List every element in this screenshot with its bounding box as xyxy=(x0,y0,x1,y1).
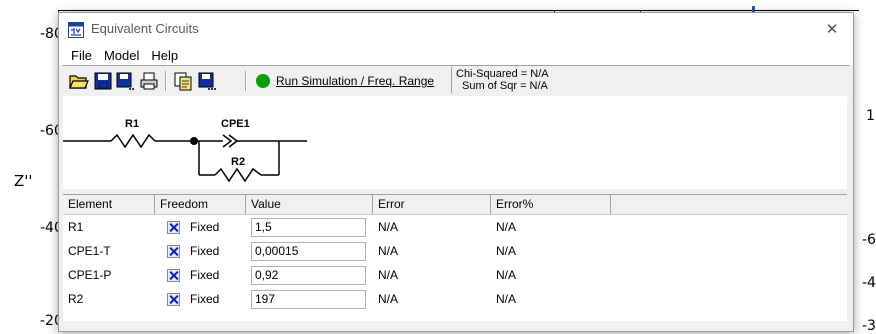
cpe1-label: CPE1 xyxy=(221,118,250,130)
equivalent-circuits-window: Equivalent Circuits ✕ File Model Help Ru… xyxy=(58,12,854,332)
error-pct-cell: N/A xyxy=(496,268,517,282)
toolbar: Run Simulation / Freq. Range Chi-Squared… xyxy=(63,65,849,97)
chi-squared-text: Chi-Squared = N/A xyxy=(456,68,549,80)
save-icon[interactable] xyxy=(93,71,113,91)
element-name: R2 xyxy=(68,292,84,306)
error-pct-cell: N/A xyxy=(496,220,517,234)
element-grid: Element Freedom Value Error Error% R1 Fi… xyxy=(63,194,847,321)
y-axis-label: Z'' xyxy=(14,172,33,190)
value-cell: 197 xyxy=(246,289,373,309)
run-indicator-icon xyxy=(256,74,270,88)
error-pct-cell: N/A xyxy=(496,244,517,258)
error-cell: N/A xyxy=(378,268,399,282)
fixed-checkbox[interactable] xyxy=(167,245,180,259)
error-pct-cell: N/A xyxy=(496,292,517,306)
toolbar-separator xyxy=(245,71,247,91)
value-input[interactable]: 0,92 xyxy=(251,265,366,285)
table-row[interactable]: R1 Fixed 1,5 N/A N/A xyxy=(63,215,847,239)
r2-label: R2 xyxy=(231,156,245,168)
header-element[interactable]: Element xyxy=(63,195,155,214)
value-input[interactable]: 0,00015 xyxy=(251,241,366,261)
window-title: Equivalent Circuits xyxy=(91,21,199,36)
header-error[interactable]: Error xyxy=(373,195,491,214)
right-tick-label: -3 xyxy=(862,318,876,334)
menu-bar: File Model Help xyxy=(59,45,853,65)
menu-help[interactable]: Help xyxy=(145,48,184,63)
close-button[interactable]: ✕ xyxy=(817,17,847,41)
value-input[interactable]: 197 xyxy=(251,289,366,309)
error-cell: N/A xyxy=(378,220,399,234)
copy-icon[interactable] xyxy=(173,71,193,91)
element-name: R1 xyxy=(68,220,84,234)
right-tick-label: 1 xyxy=(866,108,875,124)
value-cell: 0,00015 xyxy=(246,241,373,261)
freedom-cell: Fixed xyxy=(155,243,246,259)
element-name: CPE1-T xyxy=(68,244,111,258)
right-tick-label: -6 xyxy=(862,232,876,248)
freedom-label: Fixed xyxy=(190,243,220,258)
resistor-r1-symbol xyxy=(110,133,156,149)
header-filler xyxy=(611,195,847,214)
menu-file[interactable]: File xyxy=(65,48,98,63)
open-folder-icon[interactable] xyxy=(69,71,89,91)
table-row[interactable]: R2 Fixed 197 N/A N/A xyxy=(63,287,847,311)
grid-header: Element Freedom Value Error Error% xyxy=(63,195,847,215)
save-dots-icon[interactable] xyxy=(197,71,217,91)
run-simulation-button[interactable]: Run Simulation / Freq. Range xyxy=(256,70,434,92)
freedom-label: Fixed xyxy=(190,267,220,282)
fixed-checkbox[interactable] xyxy=(167,269,180,283)
title-bar[interactable]: Equivalent Circuits ✕ xyxy=(59,13,853,45)
menu-model[interactable]: Model xyxy=(98,48,145,63)
cpe1-symbol xyxy=(222,134,239,148)
freedom-cell: Fixed xyxy=(155,291,246,307)
toolbar-separator xyxy=(165,71,167,91)
freedom-cell: Fixed xyxy=(155,267,246,283)
header-value[interactable]: Value xyxy=(246,195,373,214)
freedom-cell: Fixed xyxy=(155,219,246,235)
table-row[interactable]: CPE1-P Fixed 0,92 N/A N/A xyxy=(63,263,847,287)
error-cell: N/A xyxy=(378,244,399,258)
resistor-r2-symbol xyxy=(214,167,262,183)
print-icon[interactable] xyxy=(139,71,159,91)
table-row[interactable]: CPE1-T Fixed 0,00015 N/A N/A xyxy=(63,239,847,263)
circuit-diagram: R1 CPE1 R2 xyxy=(63,118,307,183)
right-tick-label: -4 xyxy=(862,275,876,291)
sum-of-squares-text: Sum of Sqr = N/A xyxy=(462,80,548,92)
r1-label: R1 xyxy=(125,118,139,130)
value-cell: 1,5 xyxy=(246,217,373,237)
save-as-icon[interactable] xyxy=(115,71,135,91)
fit-statistics: Chi-Squared = N/A Sum of Sqr = N/A xyxy=(451,67,852,93)
freedom-label: Fixed xyxy=(190,291,220,306)
freedom-label: Fixed xyxy=(190,219,220,234)
fixed-checkbox[interactable] xyxy=(167,293,180,307)
app-icon xyxy=(68,22,84,38)
header-error-pct[interactable]: Error% xyxy=(491,195,611,214)
value-cell: 0,92 xyxy=(246,265,373,285)
element-name: CPE1-P xyxy=(68,268,112,282)
run-simulation-label: Run Simulation / Freq. Range xyxy=(276,74,435,88)
value-input[interactable]: 1,5 xyxy=(251,217,366,237)
circuit-diagram-panel[interactable]: R1 CPE1 R2 xyxy=(63,97,847,189)
error-cell: N/A xyxy=(378,292,399,306)
header-freedom[interactable]: Freedom xyxy=(155,195,246,214)
fixed-checkbox[interactable] xyxy=(167,221,180,235)
